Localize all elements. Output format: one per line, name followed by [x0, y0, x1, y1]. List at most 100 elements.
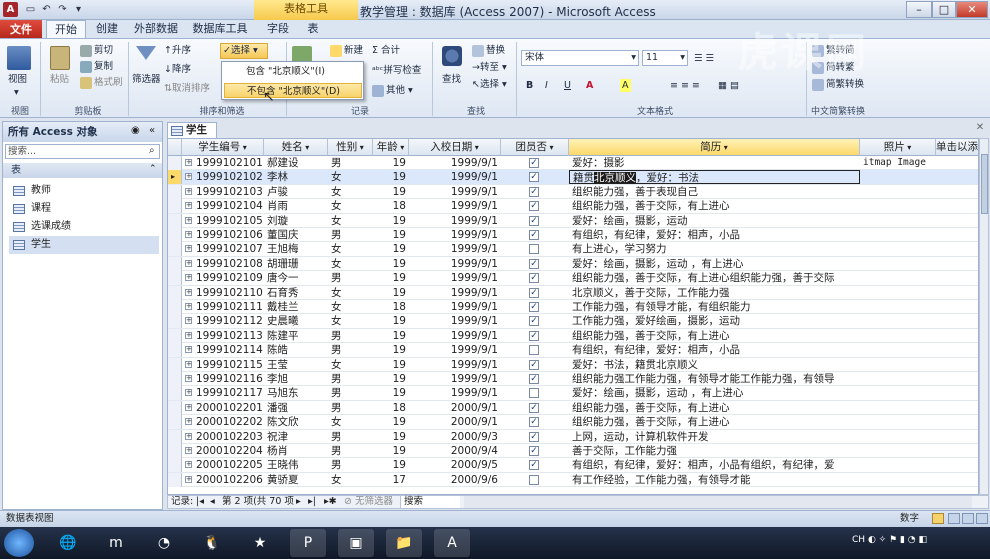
table-row[interactable]: +2000102201 潘强男 18 2000/9/1 ✓ 组织能力强，善于交际，有上进心 — [168, 400, 978, 416]
cell-student-id[interactable]: 1999102117 — [182, 386, 264, 400]
cell-photo[interactable] — [860, 329, 936, 343]
tab-table[interactable]: 表 — [300, 20, 326, 39]
undo-icon[interactable]: ↶ — [40, 3, 53, 16]
cell-age[interactable]: 19 — [373, 185, 409, 199]
nav-section-tables[interactable]: 表 — [3, 163, 162, 178]
row-selector[interactable] — [168, 156, 182, 170]
cell-age[interactable]: 18 — [373, 401, 409, 415]
close-button[interactable]: ✕ — [956, 1, 988, 18]
align-buttons[interactable]: ≡≡≡ — [670, 79, 703, 92]
member-checkbox[interactable]: ✓ — [529, 402, 539, 413]
cell-photo[interactable] — [860, 401, 936, 415]
cell-name[interactable]: 陈文欣 — [264, 415, 328, 429]
table-row[interactable]: +2000102205 王晓伟男 19 2000/9/5 ✓ 有组织，有纪律，爱好：相声，… — [168, 458, 978, 473]
table-row[interactable]: +1999102117 马旭东男 19 1999/9/1 爱好：绘画，摄影，运动 ，有上… — [168, 386, 978, 401]
highlight-button[interactable]: A — [620, 79, 631, 92]
design-view-icon[interactable] — [976, 513, 988, 524]
font-color-button[interactable]: A — [586, 79, 593, 92]
member-checkbox[interactable]: ✓ — [529, 446, 539, 456]
record-position[interactable]: 第 2 项(共 70 项 — [222, 496, 294, 508]
header-col-enroll-date[interactable]: 入校日期 ▾ — [409, 139, 501, 156]
cell-name[interactable]: 董国庆 — [264, 228, 328, 242]
sort-descending-button[interactable]: ↓降序 — [164, 63, 191, 76]
cell-member[interactable]: ✓ — [501, 444, 569, 458]
cell-member[interactable] — [501, 343, 569, 357]
cell-gender[interactable]: 男 — [328, 386, 373, 400]
cell-name[interactable]: 李林 — [264, 170, 328, 184]
cell-age[interactable]: 19 — [373, 458, 409, 472]
row-selector[interactable] — [168, 184, 182, 199]
cell-enroll-date[interactable]: 2000/9/6 — [409, 473, 501, 487]
goto-button[interactable]: →转至 ▾ — [472, 61, 507, 74]
cell-photo[interactable] — [860, 257, 936, 271]
row-selector[interactable] — [168, 285, 182, 300]
cell-resume[interactable]: 组织能力强，善于交际，有上进心 — [569, 415, 860, 429]
cell-resume[interactable]: 有工作经验，工作能力强，有领导才能 — [569, 473, 860, 487]
row-selector[interactable] — [168, 415, 182, 430]
cell-member[interactable]: ✓ — [501, 314, 569, 328]
member-checkbox[interactable] — [529, 474, 539, 485]
cell-enroll-date[interactable]: 2000/9/1 — [409, 401, 501, 415]
cell-resume[interactable]: 善于交际，工作能力强 — [569, 444, 860, 458]
view-dropdown-icon[interactable]: ▾ — [14, 86, 19, 99]
cell-gender[interactable]: 男 — [328, 372, 373, 386]
table-row[interactable]: +1999102104 肖雨女 18 1999/9/1 ✓ 组织能力强，善于交际，有上进心 — [168, 199, 978, 214]
nav-item-student[interactable]: 学生 — [9, 236, 159, 254]
cell-age[interactable]: 19 — [373, 444, 409, 458]
cell-photo[interactable] — [860, 372, 936, 386]
member-checkbox[interactable] — [529, 244, 539, 255]
spelling-button[interactable]: ᵃᵇᶜ拼写检查 — [372, 64, 421, 77]
last-record-button[interactable]: ▸| — [308, 496, 316, 508]
cell-student-id[interactable]: 1999102109 — [182, 271, 264, 285]
table-row[interactable]: ▸ +1999102102 李林女 19 1999/9/1 ✓ 籍贯北京顺义，爱好：书法 — [168, 170, 978, 185]
cell-age[interactable]: 19 — [373, 170, 409, 184]
header-col-photo[interactable]: 照片 ▾ — [860, 139, 936, 156]
cell-resume[interactable]: 有组织，有纪律，爱好：相声，小品 — [569, 228, 860, 242]
column-menu-icon[interactable]: ▾ — [240, 143, 247, 152]
cell-age[interactable]: 19 — [373, 156, 409, 170]
clear-sort-button[interactable]: ⇅取消排序 — [164, 82, 210, 95]
cell-resume[interactable]: 组织能力强，善于交际，有上进心 — [569, 401, 860, 415]
cell-gender[interactable]: 女 — [328, 473, 373, 487]
table-row[interactable]: +1999102103 卢骏女 19 1999/9/1 ✓ 组织能力强，善于表现自己 — [168, 184, 978, 200]
cell-gender[interactable]: 女 — [328, 314, 373, 328]
column-menu-icon[interactable]: ▾ — [905, 143, 911, 152]
cell-photo[interactable] — [860, 214, 936, 228]
member-checkbox[interactable]: ✓ — [529, 316, 539, 327]
row-selector[interactable] — [168, 400, 182, 415]
member-checkbox[interactable]: ✓ — [529, 460, 539, 471]
row-selector[interactable] — [168, 213, 182, 228]
cell-photo[interactable] — [860, 386, 936, 400]
cell-enroll-date[interactable]: 2000/9/3 — [409, 430, 501, 444]
cell-name[interactable]: 王晓伟 — [264, 458, 328, 472]
cell-gender[interactable]: 男 — [328, 430, 373, 444]
cell-resume[interactable]: 组织能力强，善于交际，有上进心 — [569, 329, 860, 343]
totals-button[interactable]: Σ 合计 — [372, 44, 400, 57]
member-checkbox[interactable] — [529, 388, 539, 399]
table-row[interactable]: +2000102204 杨肖男 19 2000/9/4 ✓ 善于交际，工作能力强 — [168, 444, 978, 459]
cell-student-id[interactable]: 1999102115 — [182, 358, 264, 372]
column-menu-icon[interactable]: ▾ — [398, 143, 404, 152]
filter-button[interactable]: 筛选器 — [132, 73, 161, 86]
cell-enroll-date[interactable]: 1999/9/1 — [409, 257, 501, 271]
vertical-scrollbar[interactable] — [979, 138, 989, 495]
cell-photo[interactable] — [860, 430, 936, 444]
cell-enroll-date[interactable]: 1999/9/1 — [409, 199, 501, 213]
cell-photo[interactable] — [860, 343, 936, 357]
cell-age[interactable]: 19 — [373, 430, 409, 444]
row-selector[interactable] — [168, 228, 182, 242]
cell-member[interactable]: ✓ — [501, 214, 569, 228]
cell-enroll-date[interactable]: 1999/9/1 — [409, 185, 501, 199]
row-selector[interactable]: ▸ — [168, 170, 182, 185]
cell-gender[interactable]: 男 — [328, 458, 373, 472]
cell-resume[interactable]: 组织能力强，善于交际，有上进心组织能力强，善于交际 — [569, 271, 860, 285]
cell-age[interactable]: 19 — [373, 343, 409, 357]
cell-gender[interactable]: 女 — [328, 257, 373, 271]
member-checkbox[interactable]: ✓ — [529, 302, 539, 312]
screen-app-icon[interactable]: ▣ — [338, 529, 374, 557]
row-selector[interactable] — [168, 256, 182, 271]
cell-member[interactable]: ✓ — [501, 199, 569, 213]
cell-member[interactable]: ✓ — [501, 358, 569, 372]
cell-member[interactable]: ✓ — [501, 170, 569, 184]
cell-enroll-date[interactable]: 1999/9/1 — [409, 300, 501, 314]
